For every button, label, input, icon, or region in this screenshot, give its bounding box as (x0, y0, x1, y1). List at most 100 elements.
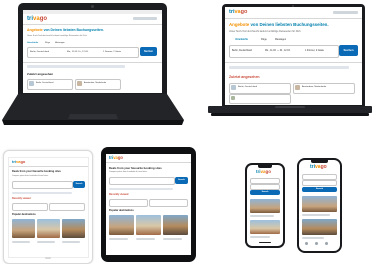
recent-card-1[interactable] (229, 83, 291, 94)
tablet-white-screen: trivago Deals from your favourite bookin… (8, 157, 89, 258)
filter-chips[interactable] (109, 188, 173, 190)
hero-headline: Deals from your favourite booking sites (12, 170, 61, 173)
search-form[interactable] (12, 181, 73, 189)
destination-image-3[interactable] (62, 219, 85, 238)
laptop-left: trivago Angebote von Deinen liebsten Buc… (0, 0, 188, 128)
trivago-logo[interactable]: trivago (109, 155, 123, 160)
deal-image-2[interactable] (250, 220, 280, 234)
recent-card-2[interactable] (149, 199, 188, 207)
deal-image-1[interactable] (250, 199, 280, 213)
browser-bar (23, 10, 162, 14)
trivago-logo[interactable]: trivago (310, 165, 327, 170)
laptop-right-base (208, 106, 372, 116)
trivago-logo[interactable]: trivago (27, 16, 47, 22)
tab-accommodation[interactable]: Unterkünfte (27, 42, 38, 44)
destination-input[interactable]: Berlin, Deutschland (232, 50, 252, 52)
section-title: Zuletzt angesehen (229, 75, 260, 79)
header-menu-icons[interactable] (133, 17, 157, 20)
recent-thumb-2 (295, 85, 300, 90)
recent-thumb-1 (29, 81, 34, 86)
header-divider (9, 166, 88, 167)
trivago-logo[interactable]: trivago (12, 160, 25, 164)
phone-1-screen: trivago Search (247, 165, 283, 246)
search-field-2[interactable] (302, 180, 337, 186)
popular-title: Popular destinations (12, 213, 36, 216)
destination-text-3 (62, 241, 80, 243)
nav-home-icon[interactable] (305, 242, 308, 245)
recent-card-1[interactable] (109, 199, 148, 207)
recent-card-2[interactable] (293, 83, 355, 94)
search-button[interactable]: Search (175, 177, 188, 184)
laptop-right: trivago Angebote von Deinen liebsten Buc… (205, 0, 375, 128)
recent-card-3[interactable] (229, 94, 291, 104)
recent-card-1[interactable] (12, 203, 48, 211)
home-indicator (259, 242, 271, 243)
bottom-nav[interactable] (302, 242, 337, 245)
recent-label-1: Berlin, Deutschland (238, 86, 257, 88)
tablet-black-screen: trivago Deals from your favourite bookin… (106, 154, 191, 255)
deal-image-2[interactable] (302, 219, 337, 235)
guests-input[interactable]: 1 Zimmer, 2 Gäste (103, 51, 121, 53)
destination-text-2 (136, 238, 155, 240)
laptop-left-screen: trivago Angebote von Deinen liebsten Buc… (23, 10, 162, 93)
laptop-left-base (2, 94, 184, 125)
search-form[interactable] (109, 177, 175, 185)
phone-1-notch (258, 165, 272, 168)
recent-label-1: Berlin, Deutschland (36, 82, 54, 84)
filter-chips[interactable] (12, 192, 72, 194)
tab-flights[interactable]: Flüge (261, 39, 267, 41)
filter-chips[interactable] (229, 66, 349, 69)
recent-label-2: Amsterdam, Niederlande (84, 82, 107, 84)
destination-image-3[interactable] (163, 215, 188, 235)
section-title: Zuletzt angesehen (27, 72, 54, 76)
hero-headline: Angebote von Deinen liebsten Buchungssei… (229, 22, 329, 27)
deal-text-1 (302, 214, 330, 216)
tablet-white-home-button (45, 257, 51, 259)
recent-card-2[interactable] (49, 203, 85, 211)
header-menu-icons[interactable] (333, 11, 358, 14)
search-button[interactable]: Suchen (339, 45, 358, 56)
deal-image-1[interactable] (302, 196, 337, 212)
date-input[interactable]: Mo., 11.03. Di., 12.03. (67, 51, 88, 53)
filter-chips[interactable] (27, 65, 125, 68)
date-input[interactable]: Mo., 11.03. — Di., 12.03. (265, 50, 290, 52)
destination-input[interactable]: Berlin, Deutschland (30, 51, 49, 53)
tab-rental-cars[interactable]: Mietwagen (55, 42, 65, 44)
nav-search-icon[interactable] (315, 242, 318, 245)
hero-headline: Deals from your favourite booking sites (109, 166, 162, 170)
search-button[interactable]: Search (73, 181, 85, 188)
section-title: Recently viewed (12, 197, 31, 200)
deal-text-2 (302, 237, 324, 239)
header-divider (23, 24, 162, 25)
hero-subline: Unser Such-Tool durchsucht laufend unzäh… (229, 30, 302, 33)
phone-2: trivago Search (297, 158, 342, 253)
trivago-logo[interactable]: trivago (229, 9, 247, 16)
header-divider (225, 18, 362, 19)
destination-image-1[interactable] (12, 219, 35, 238)
recent-label-2: Amsterdam, Niederlande (302, 86, 327, 88)
search-button[interactable]: Suchen (140, 47, 157, 56)
destination-text-1 (109, 238, 128, 240)
tab-accommodation[interactable]: Unterkünfte (235, 39, 248, 41)
tablet-white: trivago Deals from your favourite bookin… (3, 150, 93, 264)
search-button[interactable]: Search (302, 187, 337, 192)
destination-image-2[interactable] (37, 219, 60, 238)
search-button[interactable]: Search (250, 190, 280, 195)
nav-heart-icon[interactable] (325, 242, 328, 245)
hero-headline: Angebote von Deinen liebsten Buchungssei… (27, 28, 104, 32)
tablet-black: trivago Deals from your favourite bookin… (101, 147, 196, 262)
destination-text-1 (12, 241, 30, 243)
recent-thumb-2 (77, 81, 82, 86)
destination-image-2[interactable] (136, 215, 161, 235)
phone-2-screen: trivago Search (299, 160, 340, 251)
hero-subline: Unser Such-Tool durchsucht laufend unzäh… (27, 35, 88, 37)
phone-2-notch (311, 160, 328, 163)
hero-subline: Compare prices from hundreds of travel s… (109, 171, 148, 173)
trivago-logo[interactable]: trivago (256, 169, 271, 175)
deal-text-1 (250, 215, 274, 217)
destination-image-1[interactable] (109, 215, 134, 235)
tab-flights[interactable]: Flüge (45, 42, 50, 44)
guests-input[interactable]: 1 Zimmer, 2 Gäste (305, 50, 324, 52)
tab-rental-cars[interactable]: Mietwagen (275, 39, 286, 41)
recent-thumb-1 (231, 85, 236, 90)
